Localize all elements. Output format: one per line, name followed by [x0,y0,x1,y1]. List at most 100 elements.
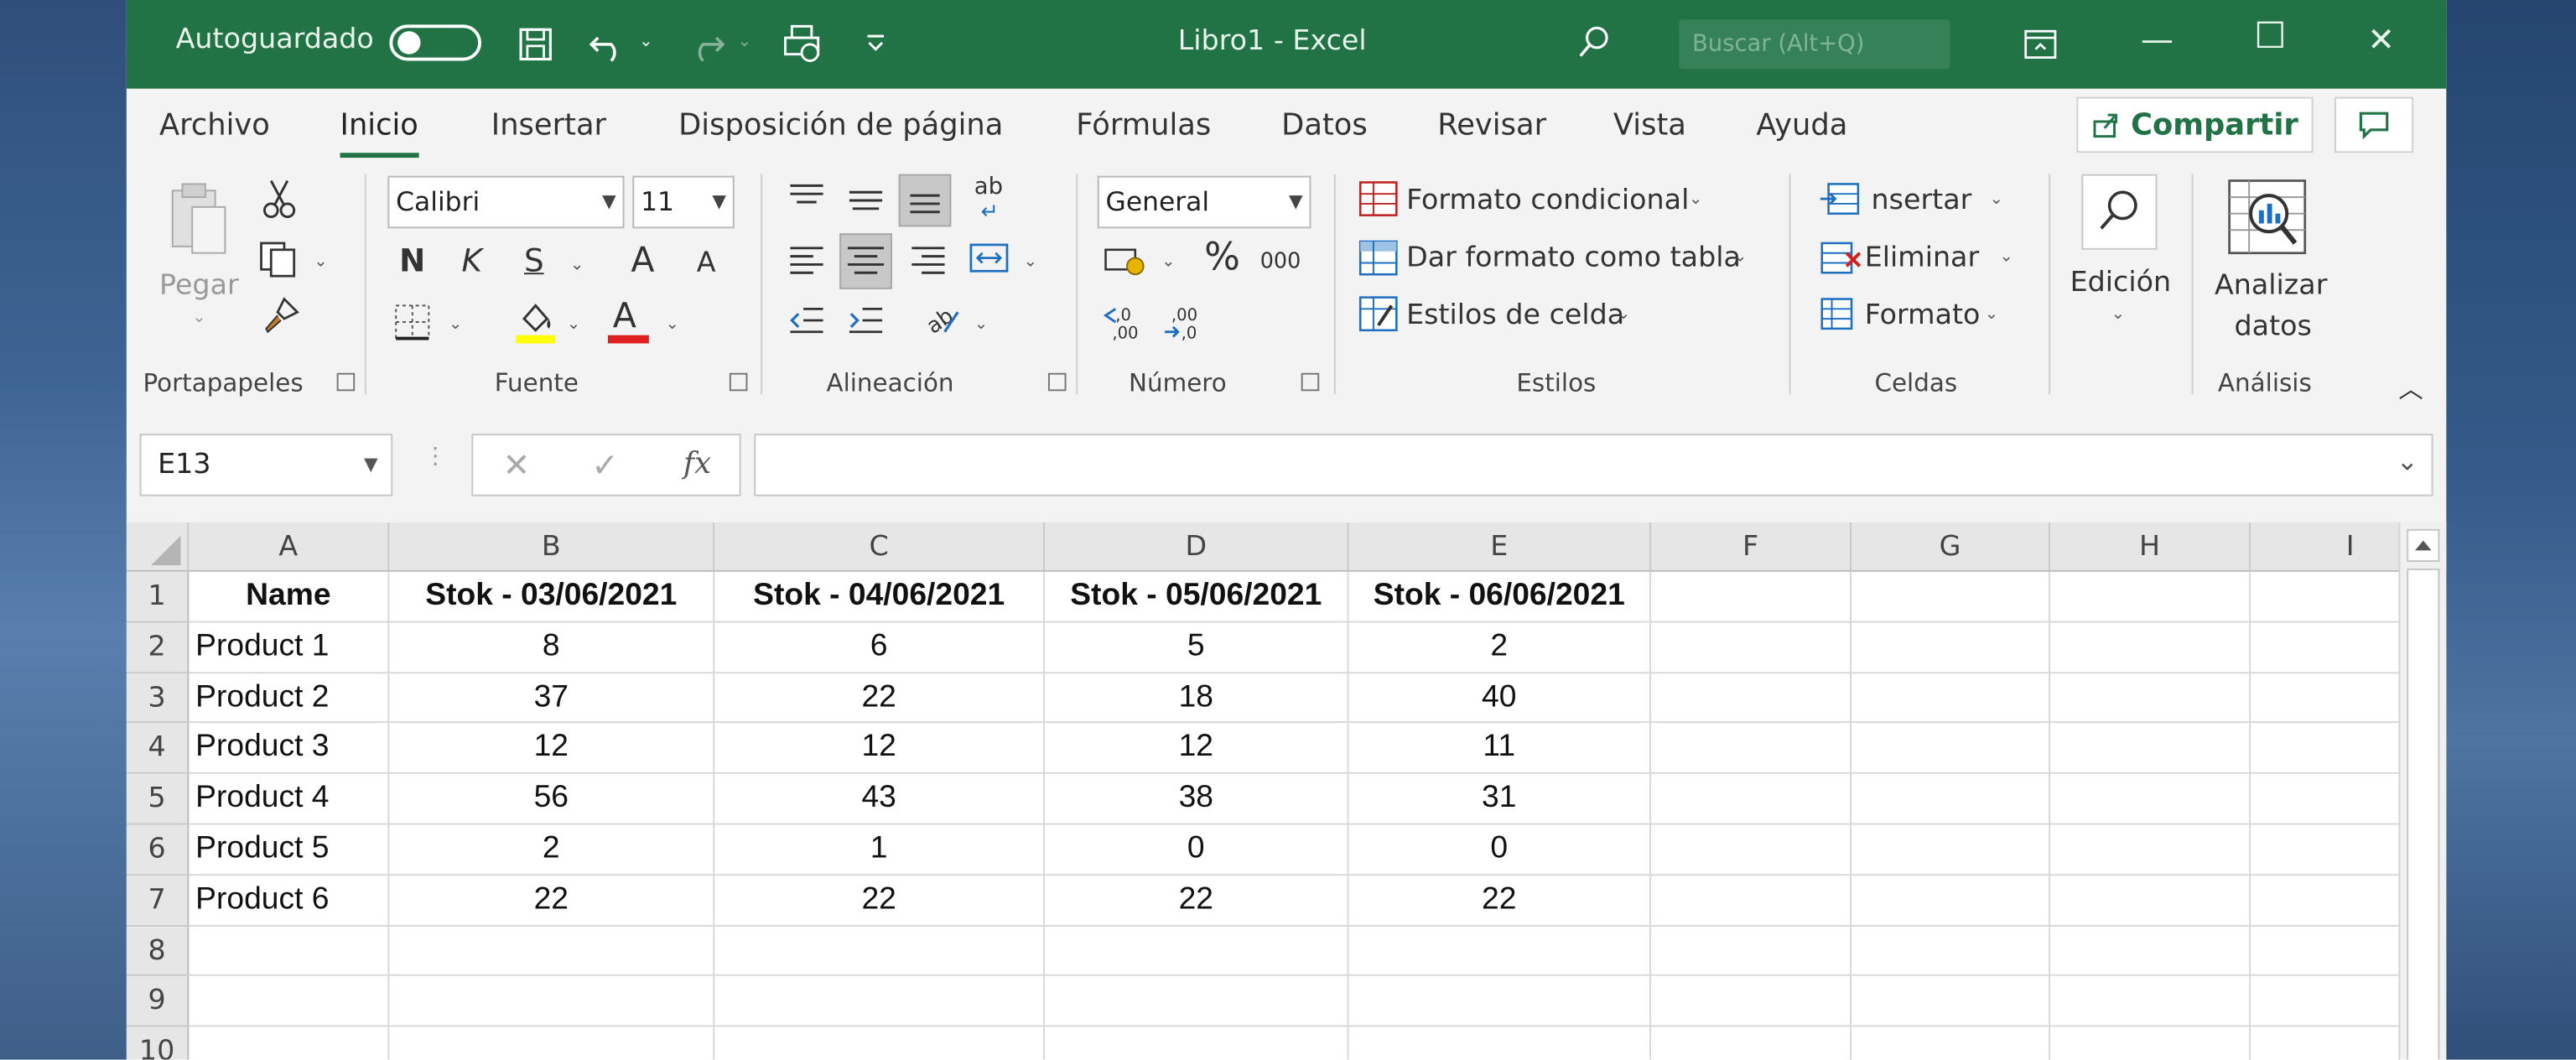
insert-cells-button[interactable]: nsertar [1872,184,1972,216]
tab-archivo[interactable]: Archivo [159,108,270,143]
editing-dropdown-icon[interactable]: ⌄ [2111,305,2125,324]
format-cells-dropdown-icon[interactable]: ⌄ [1985,305,1998,324]
row-header-8[interactable]: 8 [126,926,190,977]
cell-f4[interactable] [1650,723,1852,775]
align-bottom-button[interactable] [898,174,952,227]
cell-f6[interactable] [1650,824,1852,876]
cell-c5[interactable]: 43 [714,774,1046,825]
expand-formula-bar-icon[interactable]: ⌄ [2397,445,2418,476]
orientation-dropdown-icon[interactable]: ⌄ [974,315,988,334]
print-preview-icon[interactable] [781,21,827,67]
cell-c6[interactable]: 1 [714,824,1046,876]
cell-f10[interactable] [1651,1026,1852,1060]
cell-styles-dropdown-icon[interactable]: ⌄ [1617,305,1630,324]
row-header-1[interactable]: 1 [126,571,190,623]
cell-d1[interactable]: Stok - 05/06/2021 [1045,571,1349,623]
maximize-button[interactable]: ☐ [2254,17,2287,58]
cell-c1[interactable]: Stok - 04/06/2021 [714,571,1046,623]
decrease-indent-icon[interactable] [787,302,826,345]
clipboard-launcher-icon[interactable] [336,372,356,392]
column-header-g[interactable]: G [1852,522,2051,572]
font-name-combo[interactable]: Calibri ▼ [387,175,625,229]
scroll-up-button[interactable] [2407,528,2440,563]
borders-dropdown-icon[interactable]: ⌄ [449,315,462,334]
cell-d6[interactable]: 0 [1045,824,1349,876]
column-header-c[interactable]: C [714,522,1046,572]
column-header-a[interactable]: A [189,522,390,572]
borders-icon[interactable] [392,302,432,348]
cell-a8[interactable] [189,926,390,977]
cut-icon[interactable] [262,178,298,227]
row-header-9[interactable]: 9 [126,976,190,1027]
merge-center-icon[interactable] [968,240,1010,283]
cell-b6[interactable]: 2 [389,824,715,876]
search-input[interactable]: Buscar (Alt+Q) [1679,19,1950,70]
merge-dropdown-icon[interactable]: ⌄ [1024,253,1037,272]
underline-button[interactable]: S [524,243,544,279]
find-search-button[interactable] [2081,174,2158,250]
tab-datos[interactable]: Datos [1281,108,1368,143]
cell-a1[interactable]: Name [189,571,390,623]
cell-h6[interactable] [2050,824,2251,876]
cell-f7[interactable] [1650,875,1852,927]
tab-formulas[interactable]: Fórmulas [1076,108,1211,143]
accounting-format-icon[interactable] [1103,243,1149,286]
name-box-dropdown-icon[interactable]: ▼ [364,435,378,495]
cell-c7[interactable]: 22 [714,875,1046,927]
underline-dropdown-icon[interactable]: ⌄ [570,257,584,275]
cell-e8[interactable] [1348,926,1651,977]
cell-d2[interactable]: 5 [1045,622,1349,673]
row-header-10[interactable]: 10 [126,1026,190,1060]
number-launcher-icon[interactable] [1301,372,1320,392]
row-header-4[interactable]: 4 [126,723,190,775]
format-as-table-button[interactable]: Dar formato como tabla [1406,242,1741,274]
cell-d7[interactable]: 22 [1045,875,1349,927]
cell-c2[interactable]: 6 [714,622,1046,673]
cell-h10[interactable] [2050,1026,2251,1060]
cancel-entry-button[interactable]: ✕ [503,445,531,485]
column-header-f[interactable]: F [1650,522,1852,572]
copy-dropdown-icon[interactable]: ⌄ [314,253,327,272]
align-top-icon[interactable] [787,181,826,217]
cell-e7[interactable]: 22 [1348,875,1651,927]
font-size-combo[interactable]: 11 ▼ [632,175,735,229]
cell-g2[interactable] [1852,622,2051,673]
conditional-format-dropdown-icon[interactable]: ⌄ [1689,190,1702,209]
cell-c10[interactable] [714,1026,1046,1060]
row-header-6[interactable]: 6 [126,824,190,876]
format-cells-button[interactable]: Formato [1865,299,1981,332]
paste-dropdown-icon[interactable]: ⌄ [192,309,205,327]
conditional-format-button[interactable]: Formato condicional [1406,184,1689,216]
cell-b8[interactable] [389,926,715,977]
editing-button[interactable]: Edición [2070,266,2172,299]
cell-g1[interactable] [1852,571,2051,623]
cell-g5[interactable] [1852,774,2051,825]
cell-g3[interactable] [1852,673,2051,724]
column-header-b[interactable]: B [389,522,715,572]
insert-function-button[interactable]: fx [683,447,711,481]
cell-b9[interactable] [389,976,715,1027]
alignment-launcher-icon[interactable] [1047,372,1067,392]
delete-cells-icon[interactable] [1819,240,1862,283]
cell-d9[interactable] [1045,976,1349,1027]
share-button[interactable]: Compartir [2076,96,2314,153]
vertical-scrollbar[interactable] [2398,522,2447,1060]
cell-g8[interactable] [1852,926,2051,977]
search-icon[interactable] [1572,21,1615,64]
bold-button[interactable]: N [399,243,425,279]
analyze-data-icon[interactable] [2226,174,2312,267]
cell-a9[interactable] [189,976,390,1027]
decrease-decimal-icon[interactable]: ,00,0 [1161,302,1208,348]
cell-g7[interactable] [1852,875,2051,927]
cell-h8[interactable] [2050,926,2251,977]
cell-a4[interactable]: Product 3 [189,723,390,775]
wrap-text-icon[interactable]: ab [974,174,1003,200]
cell-e6[interactable]: 0 [1348,824,1651,876]
increase-decimal-icon[interactable]: ,0,00 [1103,302,1149,348]
cell-f1[interactable] [1650,571,1852,623]
cell-c9[interactable] [714,976,1046,1027]
save-icon[interactable] [514,23,557,65]
undo-dropdown-icon[interactable]: ⌄ [639,33,652,51]
tab-disposicion[interactable]: Disposición de página [678,108,1003,143]
cell-g10[interactable] [1852,1026,2051,1060]
